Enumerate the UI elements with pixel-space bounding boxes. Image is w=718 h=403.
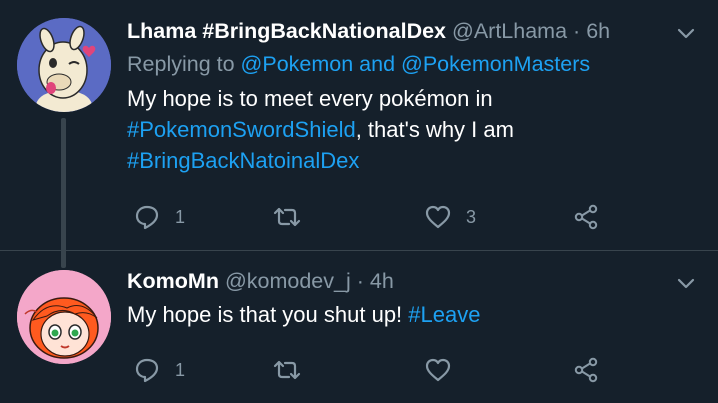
retweet-icon <box>273 207 301 227</box>
reply-count: 1 <box>175 206 186 227</box>
share-button[interactable] <box>572 353 600 387</box>
tweet-header: KomoMn @komodev_j · 4h <box>127 266 666 296</box>
reply-count: 1 <box>175 359 186 380</box>
tweet[interactable]: Lhama #BringBackNationalDex @ArtLhama · … <box>0 0 718 268</box>
like-count: 3 <box>466 206 477 227</box>
hashtag-link[interactable]: #BringBackNatoinalDex <box>127 148 359 173</box>
share-icon <box>574 357 598 383</box>
text-segment: My hope is to meet every pokémon in <box>127 86 493 111</box>
retweet-button[interactable] <box>273 353 315 387</box>
timestamp[interactable]: 4h <box>370 269 394 293</box>
hashtag-link[interactable]: #Leave <box>408 302 480 327</box>
like-button[interactable] <box>424 353 466 387</box>
separator: · <box>573 19 581 43</box>
retweet-icon <box>273 360 301 380</box>
share-icon <box>574 204 598 230</box>
text-segment: , that's why I am <box>355 117 514 142</box>
separator: · <box>356 269 364 293</box>
retweet-button[interactable] <box>273 200 315 234</box>
chevron-down-icon[interactable] <box>676 274 696 294</box>
user-handle[interactable]: @ArtLhama <box>452 19 567 43</box>
tweet-text: My hope is that you shut up! #Leave <box>127 299 666 330</box>
tweet-content: KomoMn @komodev_j · 4h My hope is that y… <box>127 266 666 330</box>
reply-button[interactable]: 1 <box>133 353 185 387</box>
like-button[interactable]: 3 <box>424 200 476 234</box>
text-segment: My hope is that you shut up! <box>127 302 409 327</box>
heart-icon <box>425 205 451 229</box>
replying-to: Replying to @Pokemon and @PokemonMasters <box>127 48 666 80</box>
tweet-actions: 1 3 <box>127 200 607 234</box>
hashtag-link[interactable]: #PokemonSwordShield <box>127 117 356 142</box>
replying-to-link[interactable]: @Pokemon and @PokemonMasters <box>241 52 591 76</box>
user-handle[interactable]: @komodev_j <box>225 269 351 293</box>
thread-line <box>61 118 66 268</box>
heart-icon <box>425 358 451 382</box>
avatar[interactable] <box>17 18 111 112</box>
display-name[interactable]: Lhama #BringBackNationalDex <box>127 19 446 43</box>
llama-avatar-icon <box>17 18 111 112</box>
tweet-content: Lhama #BringBackNationalDex @ArtLhama · … <box>127 16 666 176</box>
timestamp[interactable]: 6h <box>586 19 610 43</box>
replying-prefix: Replying to <box>127 52 241 76</box>
tweet-header: Lhama #BringBackNationalDex @ArtLhama · … <box>127 16 666 46</box>
tweet-text: My hope is to meet every pokémon in #Pok… <box>127 83 666 176</box>
reply-icon <box>135 205 159 230</box>
display-name[interactable]: KomoMn <box>127 269 219 293</box>
reply-icon <box>135 358 159 383</box>
red-hair-character-avatar-icon <box>17 270 111 364</box>
tweet-actions: 1 <box>127 353 607 387</box>
reply-button[interactable]: 1 <box>133 200 185 234</box>
avatar[interactable] <box>17 270 111 364</box>
chevron-down-icon[interactable] <box>676 24 696 44</box>
tweet[interactable]: KomoMn @komodev_j · 4h My hope is that y… <box>0 252 718 403</box>
share-button[interactable] <box>572 200 600 234</box>
tweet-divider <box>0 250 718 251</box>
